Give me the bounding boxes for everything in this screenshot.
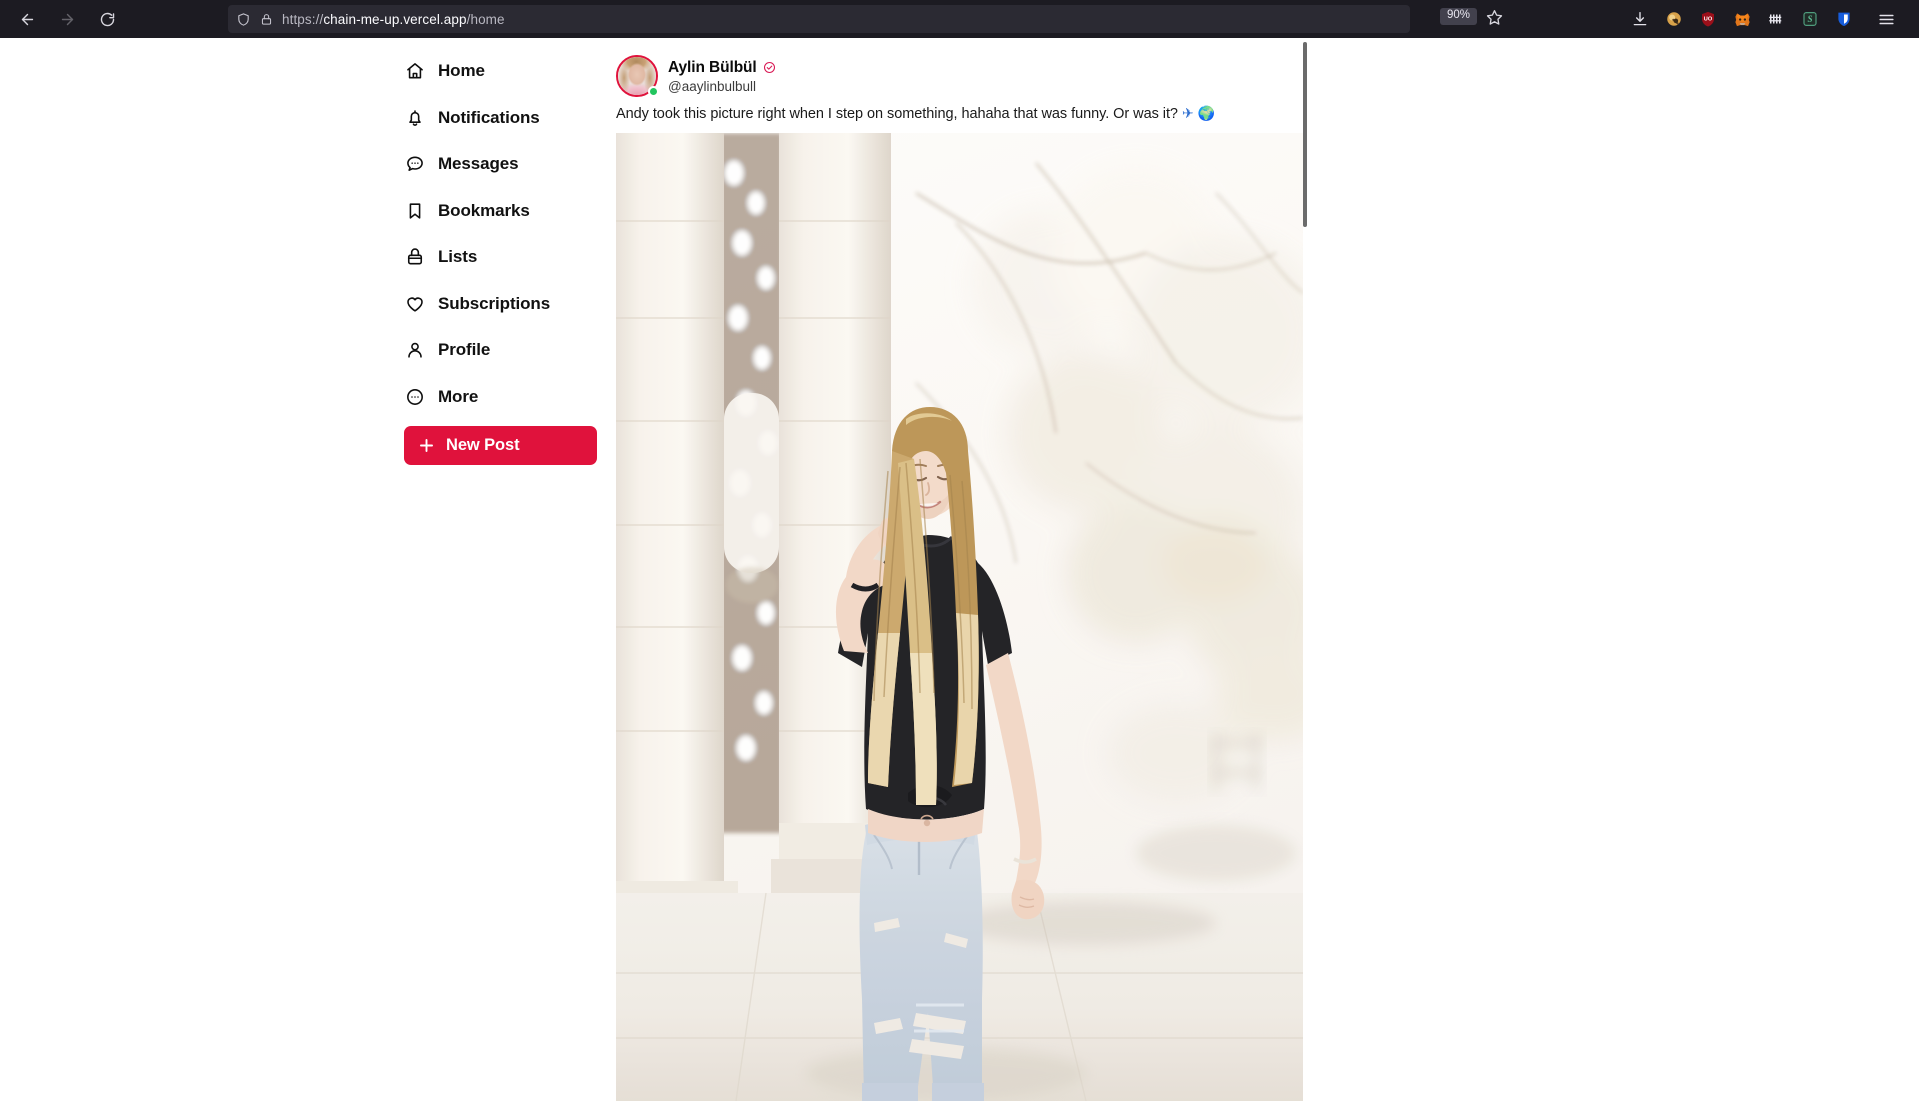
heart-icon	[404, 293, 426, 315]
bookmark-icon	[404, 200, 426, 222]
message-icon	[404, 153, 426, 175]
verified-badge-icon	[763, 61, 776, 74]
sidebar-navigation: Home Notifications Messages Bookmarks Li	[404, 54, 600, 465]
ublock-origin-icon[interactable]: UO	[1698, 9, 1718, 29]
downloads-icon[interactable]	[1630, 9, 1650, 29]
sidebar-item-label: Home	[438, 61, 485, 80]
avatar[interactable]	[616, 55, 659, 97]
person-icon	[404, 339, 426, 361]
post-header: Aylin Bülbül @aaylinbulbull	[616, 52, 1303, 100]
s-extension-icon[interactable]: S	[1800, 9, 1820, 29]
navigation-buttons	[0, 6, 120, 32]
sidebar-item-notifications[interactable]: Notifications	[404, 101, 600, 135]
post-image-graphic	[616, 133, 1303, 1102]
post-image[interactable]	[616, 133, 1303, 1102]
airplane-emoji: ✈	[1181, 105, 1194, 121]
keyboard-extension-icon[interactable]	[1766, 9, 1786, 29]
metamask-icon[interactable]	[1732, 9, 1752, 29]
more-circle-icon	[404, 386, 426, 408]
sidebar-item-label: More	[438, 386, 479, 406]
zoom-level-badge[interactable]: 90%	[1440, 8, 1478, 25]
new-post-label: New Post	[446, 436, 520, 454]
lock-icon[interactable]	[260, 13, 273, 26]
bitwarden-icon[interactable]	[1834, 9, 1854, 29]
sidebar-item-label: Bookmarks	[438, 200, 530, 220]
sidebar-item-label: Lists	[438, 247, 478, 266]
bell-icon	[404, 107, 426, 129]
online-status-indicator	[648, 86, 659, 97]
sidebar-item-subscriptions[interactable]: Subscriptions	[404, 287, 600, 321]
scrollbar-thumb[interactable]	[1303, 42, 1307, 227]
sidebar-item-label: Profile	[438, 340, 491, 359]
forward-button[interactable]	[54, 6, 80, 32]
extensions-toolbar: UO S	[1630, 0, 1896, 38]
bookmark-star-icon[interactable]	[1485, 8, 1504, 32]
sidebar-item-bookmarks[interactable]: Bookmarks	[404, 194, 600, 228]
reload-button[interactable]	[94, 6, 120, 32]
web-page: Home Notifications Messages Bookmarks Li	[0, 38, 1919, 1106]
sidebar-item-more[interactable]: More	[404, 380, 600, 414]
back-button[interactable]	[14, 6, 40, 32]
post-text: Andy took this picture right when I step…	[616, 103, 1303, 125]
wallet-extension-icon[interactable]	[1664, 9, 1684, 29]
sidebar-item-label: Notifications	[438, 107, 540, 127]
post: Aylin Bülbül @aaylinbulbull Andy took th…	[616, 52, 1303, 1102]
browser-toolbar: https://chain-me-up.vercel.app/home 90% …	[0, 0, 1919, 38]
globe-emoji: 🌍	[1197, 105, 1215, 121]
url-text[interactable]: https://chain-me-up.vercel.app/home	[282, 12, 505, 27]
author-handle[interactable]: @aaylinbulbull	[668, 79, 776, 94]
post-body-text: Andy took this picture right when I step…	[616, 106, 1178, 122]
home-icon	[404, 60, 426, 82]
sidebar-item-messages[interactable]: Messages	[404, 147, 600, 181]
svg-text:UO: UO	[1704, 17, 1713, 23]
sidebar-item-lists[interactable]: Lists	[404, 240, 600, 274]
address-bar[interactable]: https://chain-me-up.vercel.app/home	[228, 5, 1410, 33]
sidebar-item-label: Messages	[438, 154, 519, 173]
app-menu-icon[interactable]	[1876, 9, 1896, 29]
author-display-name[interactable]: Aylin Bülbül	[668, 59, 757, 77]
svg-text:S: S	[1807, 14, 1812, 24]
author-name-row: Aylin Bülbül	[668, 59, 776, 77]
content-scrollbar[interactable]	[1301, 38, 1309, 1106]
sidebar-item-label: Subscriptions	[438, 293, 551, 313]
new-post-button[interactable]: New Post	[404, 426, 597, 465]
sidebar-item-profile[interactable]: Profile	[404, 333, 600, 367]
plus-icon	[417, 436, 436, 455]
shield-icon[interactable]	[236, 12, 251, 27]
post-author-block: Aylin Bülbül @aaylinbulbull	[668, 59, 776, 94]
lists-icon	[404, 246, 426, 268]
sidebar-item-home[interactable]: Home	[404, 54, 600, 88]
